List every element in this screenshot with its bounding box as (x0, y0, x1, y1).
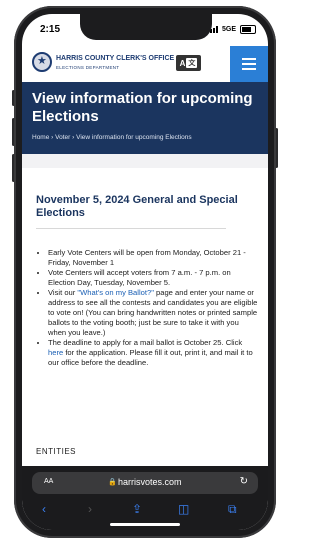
org-subtitle: ELECTIONS DEPARTMENT (56, 65, 120, 70)
phone-screen: 2:15 5GE HARRIS COUNTY CLERK'S OFFICE EL… (22, 14, 268, 530)
bookmarks-icon[interactable]: ◫ (178, 502, 189, 516)
site-header: HARRIS COUNTY CLERK'S OFFICE ELECTIONS D… (22, 46, 268, 83)
battery-icon (240, 25, 256, 34)
browser-chrome: AA 🔒 harrisvotes.com ↻ ‹ › ⇪ ◫ ⧉ (22, 466, 268, 530)
list-item: Early Vote Centers will be open from Mon… (48, 248, 258, 268)
breadcrumb-home[interactable]: Home (32, 134, 49, 141)
article-list: Early Vote Centers will be open from Mon… (36, 248, 258, 368)
text-size-button[interactable]: AA (44, 478, 53, 485)
share-icon[interactable]: ⇪ (132, 502, 142, 516)
menu-icon-bar (242, 68, 256, 70)
page-hero: View information for upcoming Elections … (22, 82, 268, 154)
reload-icon[interactable]: ↻ (240, 476, 248, 487)
tabs-icon[interactable]: ⧉ (228, 502, 237, 517)
article-card: November 5, 2024 General and Special Ele… (22, 168, 268, 472)
network-label: 5GE (221, 26, 236, 33)
status-indicators: 5GE (206, 25, 256, 34)
whats-on-my-ballot-link[interactable]: "What's on my Ballot?" (77, 288, 153, 297)
breadcrumb: Home › Voter › View information for upco… (32, 134, 192, 141)
home-indicator (110, 523, 180, 526)
breadcrumb-current: View information for upcoming Elections (76, 134, 192, 141)
hamburger-menu-button[interactable] (230, 46, 268, 82)
address-bar[interactable]: AA 🔒 harrisvotes.com ↻ (32, 472, 258, 494)
translate-button[interactable]: A 文 (176, 55, 201, 71)
county-seal-logo[interactable] (32, 52, 52, 72)
back-icon[interactable]: ‹ (42, 502, 46, 516)
url-text[interactable]: harrisvotes.com (118, 477, 182, 487)
list-item: Visit our "What's on my Ballot?" page an… (48, 288, 258, 338)
page-title: View information for upcoming Elections (32, 90, 253, 125)
menu-icon-bar (242, 63, 256, 65)
mail-ballot-application-link[interactable]: here (48, 348, 63, 357)
entities-section-label: ENTITIES (36, 447, 77, 456)
org-name[interactable]: HARRIS COUNTY CLERK'S OFFICE (56, 55, 174, 62)
list-item: Vote Centers will accept voters from 7 a… (48, 268, 258, 288)
menu-icon-bar (242, 58, 256, 60)
translate-label-a: A (179, 58, 186, 68)
notch (80, 14, 212, 40)
list-item: The deadline to apply for a mail ballot … (48, 338, 258, 368)
main-content: November 5, 2024 General and Special Ele… (22, 154, 268, 472)
lock-icon: 🔒 (108, 479, 117, 486)
translate-label-b: 文 (186, 58, 198, 68)
article-heading: November 5, 2024 General and Special Ele… (36, 194, 238, 219)
forward-icon[interactable]: › (88, 502, 92, 516)
divider (36, 228, 226, 229)
status-time: 2:15 (40, 24, 61, 35)
breadcrumb-voter[interactable]: Voter (55, 134, 70, 141)
browser-toolbar: ‹ › ⇪ ◫ ⧉ (22, 500, 268, 520)
